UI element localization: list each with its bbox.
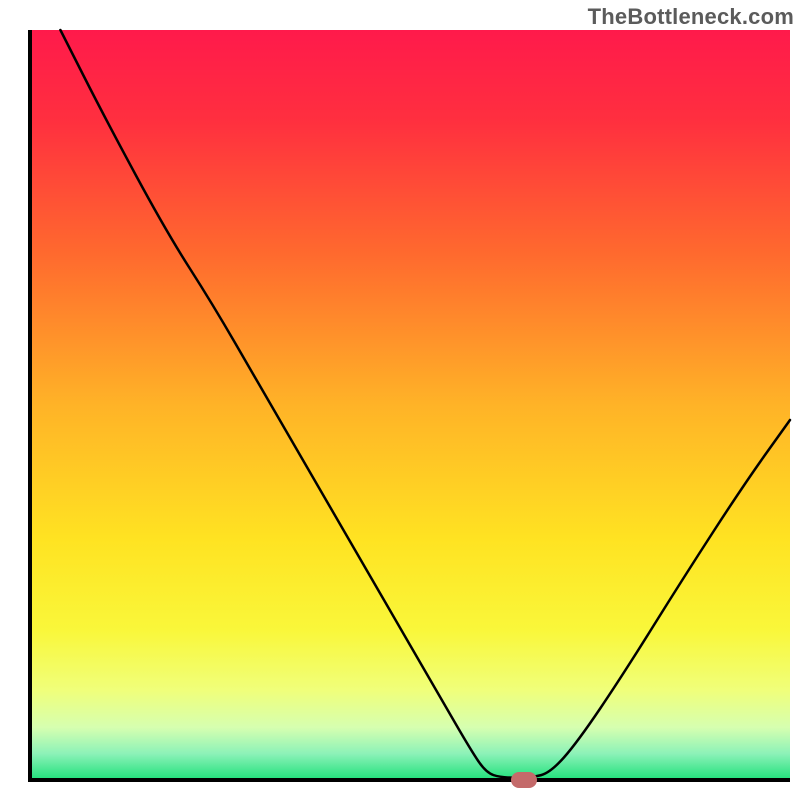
optimal-point-marker [511,772,537,788]
chart-background [30,30,790,780]
chart-container: TheBottleneck.com [0,0,800,800]
bottleneck-chart [0,0,800,800]
